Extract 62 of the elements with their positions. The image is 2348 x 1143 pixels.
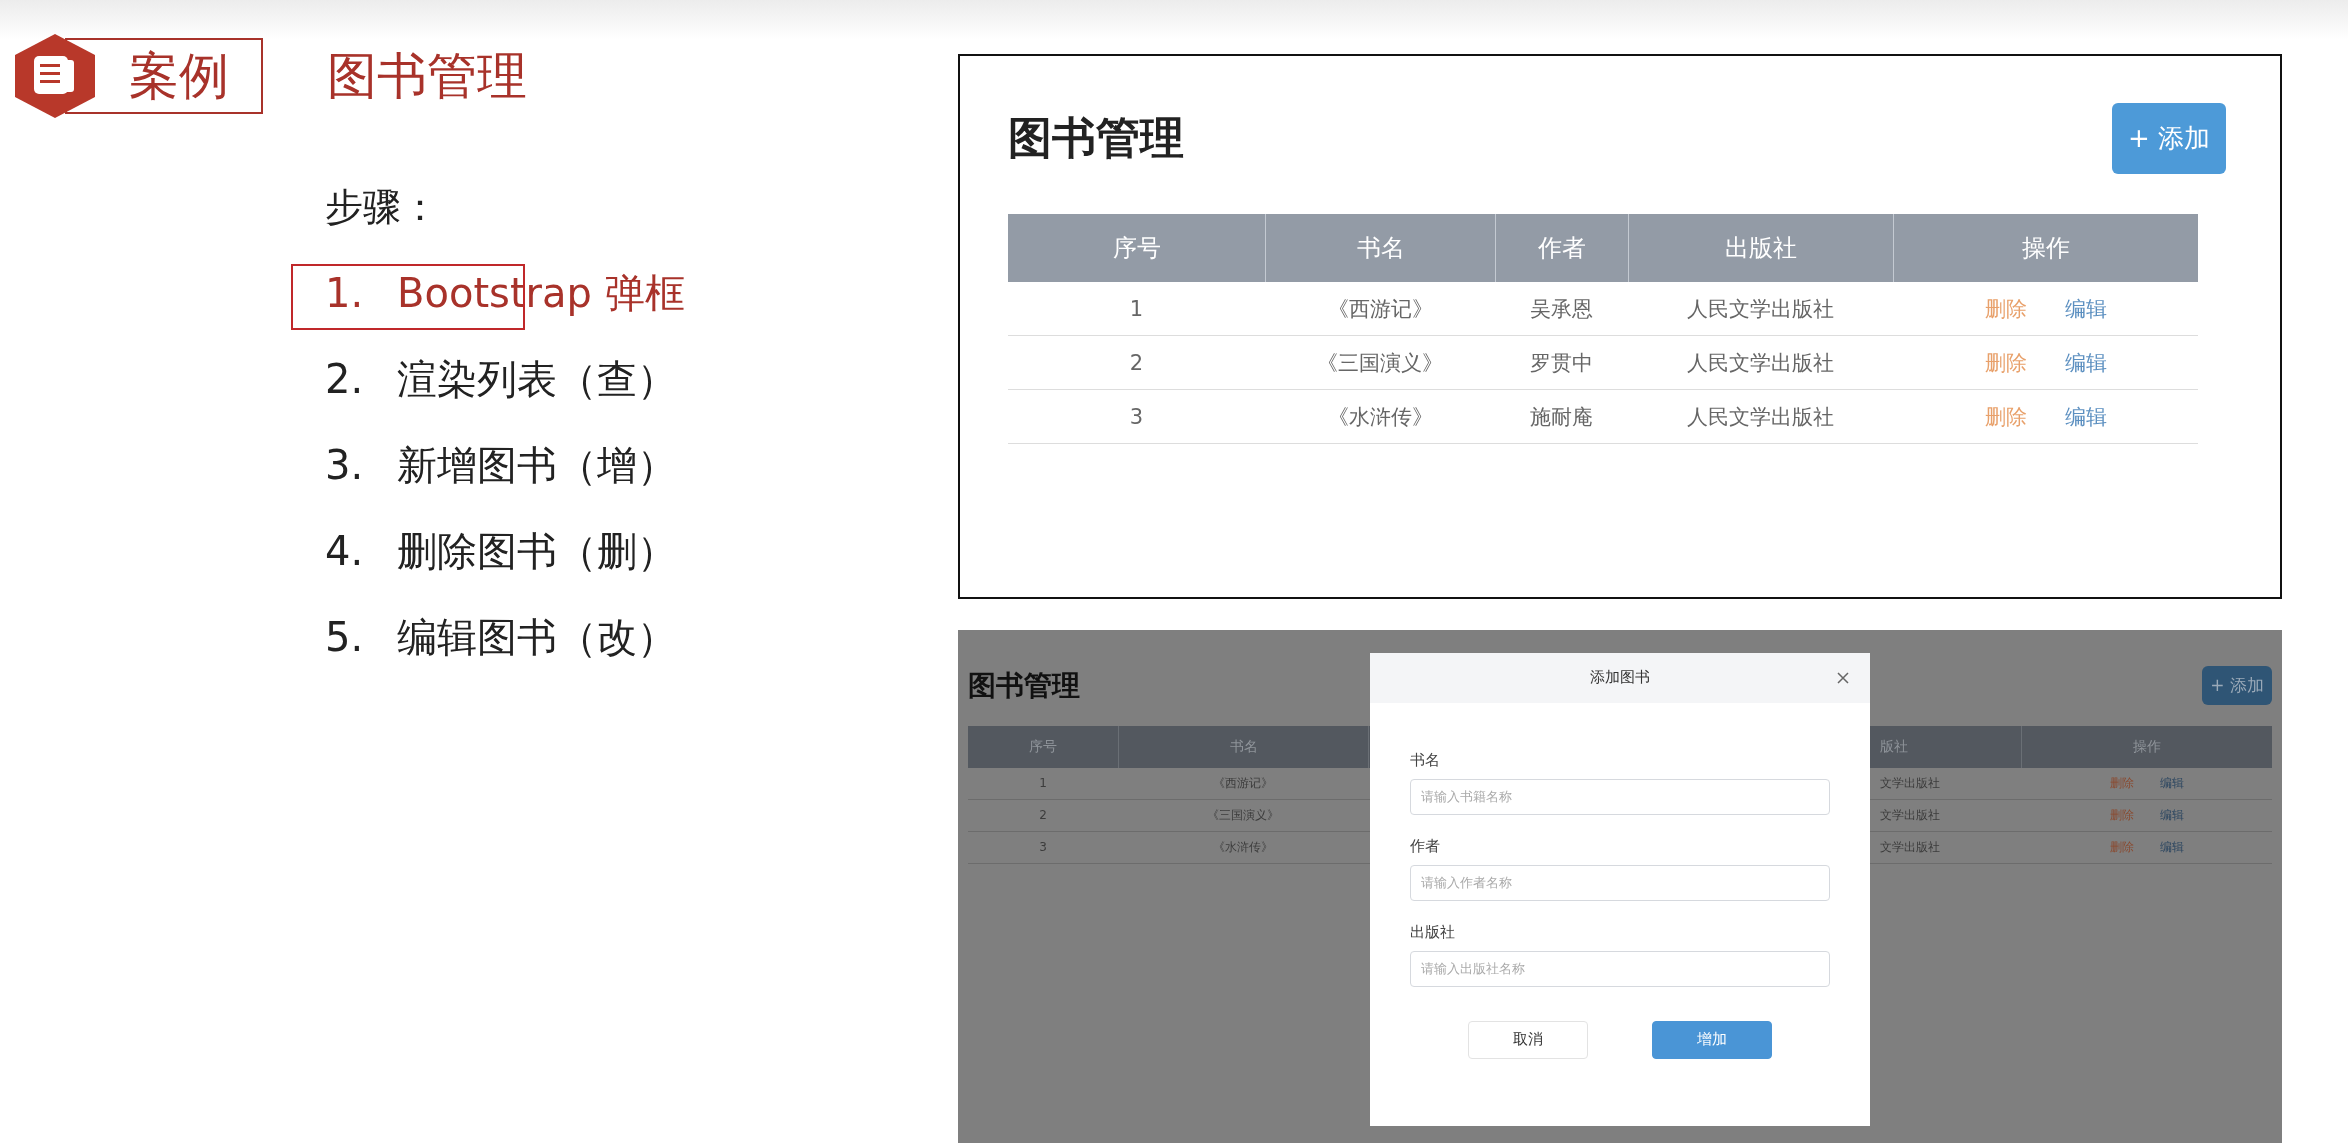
field-label: 作者 [1410, 836, 1441, 858]
table-cell: 文学出版社 [1880, 831, 2021, 864]
column-header: 版社 [1880, 725, 2021, 768]
edit-link[interactable]: 编辑 [2159, 806, 2184, 824]
edit-link[interactable]: 编辑 [2064, 294, 2107, 323]
table-cell: 《三国演义》 [1118, 799, 1368, 832]
page-title: 图书管理 [1008, 110, 1184, 165]
table-cell: 1 [1008, 282, 1265, 336]
table-cell: 《三国演义》 [1265, 336, 1495, 390]
table-cell: 罗贯中 [1495, 336, 1628, 390]
column-header: 操作 [1893, 214, 2198, 282]
delete-link[interactable]: 删除 [2109, 806, 2134, 824]
table-cell: 2 [968, 799, 1118, 832]
table-cell: 《西游记》 [1265, 282, 1495, 336]
table-cell: 《水浒传》 [1265, 390, 1495, 444]
delete-link[interactable]: 删除 [1984, 402, 2027, 431]
delete-link[interactable]: 删除 [1984, 348, 2027, 377]
add-button[interactable]: + 添加 [2202, 666, 2272, 706]
add-button[interactable]: + 添加 [2111, 102, 2226, 174]
input-field[interactable]: 请输入出版社名称 [1410, 950, 1830, 987]
table-cell: 人民文学出版社 [1628, 390, 1893, 444]
submit-button[interactable]: 增加 [1652, 1020, 1772, 1059]
column-header: 作者 [1495, 214, 1628, 282]
column-header: 出版社 [1628, 214, 1893, 282]
page-title: 图书管理 [968, 667, 1080, 704]
column-header: 序号 [1008, 214, 1265, 282]
step-item: 3. 新增图书（增） [325, 440, 678, 490]
steps-heading: 步骤： [325, 183, 440, 231]
field-label: 书名 [1410, 750, 1441, 772]
column-header: 书名 [1265, 214, 1495, 282]
table-cell: 人民文学出版社 [1628, 336, 1893, 390]
table-cell: 1 [968, 767, 1118, 800]
table-cell: 2 [1008, 336, 1265, 390]
column-header: 书名 [1118, 725, 1368, 768]
table-cell: 《水浒传》 [1118, 831, 1368, 864]
delete-link[interactable]: 删除 [2109, 838, 2134, 856]
table-cell: 3 [968, 831, 1118, 864]
step-item: 4. 删除图书（删） [325, 526, 678, 576]
delete-link[interactable]: 删除 [2109, 774, 2134, 792]
table-cell: 人民文学出版社 [1628, 282, 1893, 336]
edit-link[interactable]: 编辑 [2159, 838, 2184, 856]
edit-link[interactable]: 编辑 [2064, 348, 2107, 377]
table-cell: 3 [1008, 390, 1265, 444]
table-cell: 施耐庵 [1495, 390, 1628, 444]
cancel-button[interactable]: 取消 [1468, 1020, 1588, 1059]
table-cell: 吴承恩 [1495, 282, 1628, 336]
field-label: 出版社 [1410, 922, 1456, 944]
step-item: 5. 编辑图书（改） [325, 612, 678, 662]
edit-link[interactable]: 编辑 [2064, 402, 2107, 431]
dialog-title: 添加图书 [1590, 668, 1650, 688]
column-header: 操作 [2021, 725, 2272, 768]
input-field[interactable]: 请输入书籍名称 [1410, 778, 1830, 815]
table-cell: 文学出版社 [1880, 799, 2021, 832]
delete-link[interactable]: 删除 [1984, 294, 2027, 323]
input-field[interactable]: 请输入作者名称 [1410, 864, 1830, 901]
step-item: 2. 渲染列表（查） [325, 354, 678, 404]
slide-title: 图书管理 [327, 45, 527, 107]
column-header: 序号 [968, 725, 1118, 768]
edit-link[interactable]: 编辑 [2159, 774, 2184, 792]
table-cell: 文学出版社 [1880, 767, 2021, 800]
document-icon [15, 34, 95, 118]
table-cell: 《西游记》 [1118, 767, 1368, 800]
